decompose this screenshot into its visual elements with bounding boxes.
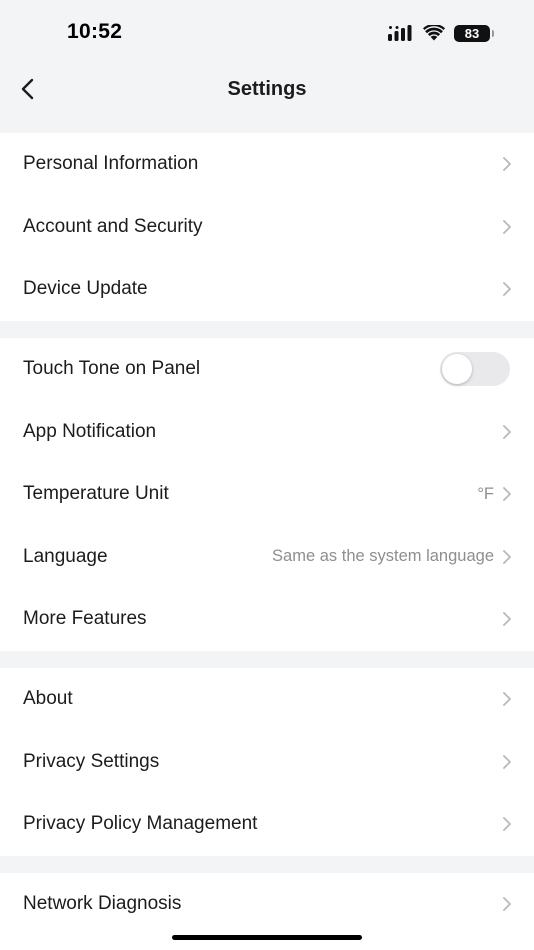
chevron-right-icon — [502, 896, 512, 912]
temperature-unit-value: °F — [477, 484, 494, 503]
chevron-right-icon — [502, 816, 512, 832]
status-bar: 10:52 83 — [0, 0, 534, 64]
row-label: Personal Information — [23, 153, 199, 175]
chevron-right-icon — [502, 611, 512, 627]
battery-level: 83 — [464, 25, 480, 41]
chevron-right-icon — [502, 156, 512, 172]
row-device-update[interactable]: Device Update — [0, 258, 534, 321]
row-label: Temperature Unit — [23, 483, 169, 505]
row-language[interactable]: Language Same as the system language — [0, 526, 534, 589]
row-label: Device Update — [23, 278, 148, 300]
row-label: Network Diagnosis — [23, 893, 182, 915]
settings-section-about: About Privacy Settings Privacy Policy Ma… — [0, 668, 534, 856]
home-indicator[interactable] — [172, 935, 362, 940]
toggle-knob — [442, 354, 472, 385]
chevron-right-icon — [502, 549, 512, 565]
row-touch-tone-on-panel: Touch Tone on Panel — [0, 338, 534, 401]
settings-section-preferences: Touch Tone on Panel App Notification Tem… — [0, 338, 534, 651]
chevron-right-icon — [502, 486, 512, 502]
row-privacy-policy-management[interactable]: Privacy Policy Management — [0, 793, 534, 856]
chevron-right-icon — [502, 691, 512, 707]
row-about[interactable]: About — [0, 668, 534, 731]
row-label: Privacy Settings — [23, 750, 160, 772]
chevron-right-icon — [502, 754, 512, 770]
cellular-signal-icon — [388, 25, 414, 41]
row-temperature-unit[interactable]: Temperature Unit °F — [0, 463, 534, 526]
row-label: More Features — [23, 608, 147, 630]
page-title: Settings — [227, 78, 307, 100]
settings-section-account: Personal Information Account and Securit… — [0, 133, 534, 321]
row-account-and-security[interactable]: Account and Security — [0, 196, 534, 259]
wifi-icon — [423, 25, 445, 41]
row-label: Touch Tone on Panel — [23, 358, 201, 380]
row-label: Privacy Policy Management — [23, 813, 258, 835]
chevron-right-icon — [502, 281, 512, 297]
battery-icon: 83 — [454, 24, 494, 42]
row-more-features[interactable]: More Features — [0, 588, 534, 651]
row-privacy-settings[interactable]: Privacy Settings — [0, 731, 534, 794]
row-label: Account and Security — [23, 215, 203, 237]
language-value: Same as the system language — [272, 547, 494, 566]
status-icons: 83 — [388, 22, 494, 44]
chevron-right-icon — [502, 219, 512, 235]
touch-tone-toggle[interactable] — [440, 352, 510, 387]
row-label: App Notification — [23, 420, 157, 442]
row-label: Language — [23, 545, 108, 567]
row-label: About — [23, 688, 73, 710]
chevron-right-icon — [502, 424, 512, 440]
row-personal-information[interactable]: Personal Information — [0, 133, 534, 196]
row-network-diagnosis[interactable]: Network Diagnosis — [0, 873, 534, 936]
navigation-bar: Settings — [0, 64, 534, 118]
status-time: 10:52 — [67, 20, 123, 43]
row-app-notification[interactable]: App Notification — [0, 401, 534, 464]
